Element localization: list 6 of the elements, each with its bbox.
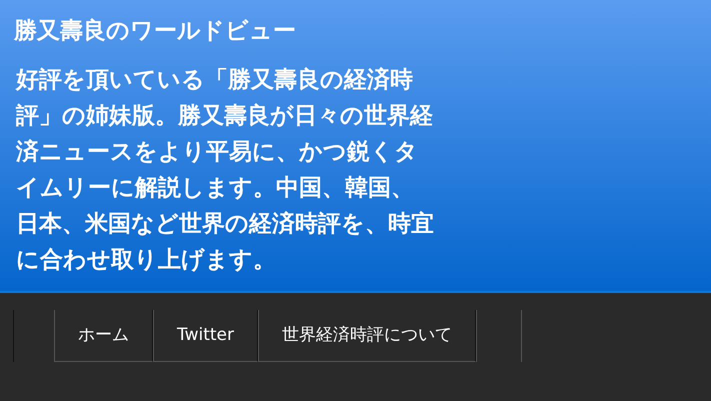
nav-link[interactable]: 世界経済時評について	[258, 310, 476, 362]
site-description: 好評を頂いている「勝又壽良の経済時評」の姉妹版。勝又壽良が日々の世界経済ニュースをより平易に、かつ鋭くタイムリーに解説します。中国、韓国、日本、米国など世界の経済時評を、時宜に合わせ取り上げます。	[16, 66, 435, 275]
nav-cell	[476, 310, 522, 362]
site-title: 勝又壽良のワールドビュー	[14, 18, 296, 46]
nav-link[interactable]: ホーム	[54, 310, 153, 362]
nav-link[interactable]: Twitter	[153, 310, 258, 362]
